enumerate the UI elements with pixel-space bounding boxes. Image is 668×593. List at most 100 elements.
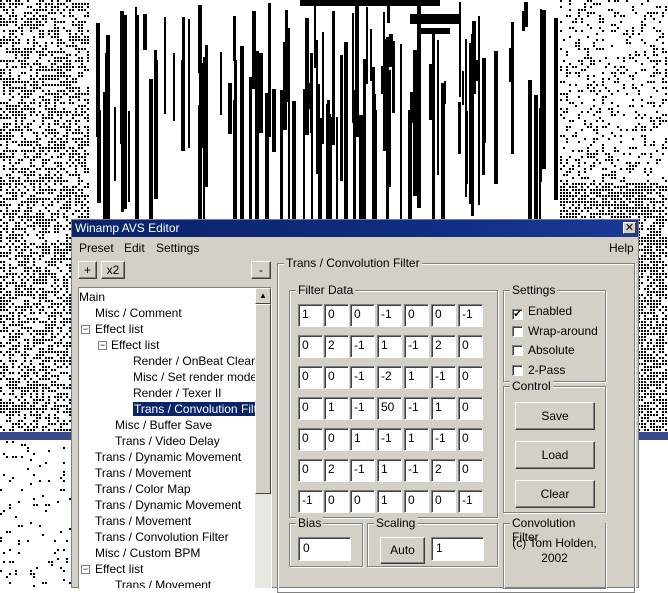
clear-button[interactable]: Clear (515, 480, 595, 508)
wraparound-checkbox[interactable]: Wrap-around (512, 324, 598, 338)
remove-effect-button[interactable]: - (251, 261, 271, 279)
filter-cell[interactable]: -1 (350, 335, 375, 358)
filter-cell[interactable]: 1 (377, 459, 402, 482)
filter-cell[interactable]: 0 (298, 459, 323, 482)
filter-cell[interactable]: 0 (404, 304, 429, 327)
filter-cell[interactable]: 0 (298, 428, 323, 451)
tree-item[interactable]: Trans / Movement (95, 514, 191, 528)
filter-cell[interactable]: 0 (458, 335, 483, 358)
filter-cell[interactable]: 1 (377, 335, 402, 358)
filter-cell[interactable]: -1 (298, 490, 323, 513)
menu-edit[interactable]: Edit (124, 241, 145, 255)
filter-cell[interactable]: 0 (431, 490, 456, 513)
filter-cell[interactable]: 0 (431, 304, 456, 327)
filter-cell[interactable]: -1 (458, 490, 483, 513)
filter-cell[interactable]: 0 (298, 335, 323, 358)
filter-cell[interactable]: -1 (350, 397, 375, 420)
close-button[interactable]: ✕ (623, 222, 636, 234)
bias-input[interactable]: 0 (298, 537, 351, 561)
menu-preset[interactable]: Preset (79, 241, 114, 255)
tree-item[interactable]: Trans / Movement (95, 466, 191, 480)
filter-cell[interactable]: -1 (431, 428, 456, 451)
tree-item[interactable]: Main (79, 290, 105, 304)
bias-label: Bias (296, 516, 324, 530)
checkmark-icon: ✔ (512, 309, 523, 320)
filter-cell[interactable]: -2 (377, 366, 402, 389)
settings-label: Settings (510, 283, 558, 297)
tree-item[interactable]: Trans / Color Map (95, 482, 191, 496)
tree-scrollbar[interactable]: ▲ (255, 288, 271, 588)
tree-item[interactable]: Misc / Comment (95, 306, 182, 320)
filter-cell[interactable]: 1 (431, 397, 456, 420)
filter-cell[interactable]: -1 (431, 366, 456, 389)
tree-item[interactable]: Trans / Dynamic Movement (95, 498, 241, 512)
filter-cell[interactable]: 0 (324, 428, 349, 451)
menu-settings[interactable]: Settings (156, 241, 199, 255)
filter-cell[interactable]: 0 (298, 366, 323, 389)
save-button[interactable]: Save (515, 402, 595, 430)
filter-data-label: Filter Data (296, 283, 356, 297)
filter-cell[interactable]: 0 (458, 366, 483, 389)
tree-item[interactable]: Effect list (95, 322, 143, 336)
tree-item[interactable]: Trans / Convolution Filter (132, 401, 270, 417)
filter-cell[interactable]: -1 (350, 459, 375, 482)
filter-cell[interactable]: 1 (377, 490, 402, 513)
filter-cell[interactable]: -1 (350, 366, 375, 389)
filter-cell[interactable]: -1 (404, 459, 429, 482)
tree-item[interactable]: Trans / Movement (115, 578, 211, 588)
filter-cell[interactable]: -1 (404, 397, 429, 420)
tree-item[interactable]: Misc / Custom BPM (95, 546, 200, 560)
tree-item[interactable]: Effect list (111, 338, 159, 352)
absolute-checkbox[interactable]: Absolute (512, 343, 575, 357)
collapse-icon[interactable]: − (81, 565, 90, 574)
scaling-input[interactable]: 1 (431, 537, 484, 561)
filter-cell[interactable]: 1 (404, 366, 429, 389)
scaling-label: Scaling (374, 516, 418, 530)
filter-cell[interactable]: 0 (458, 459, 483, 482)
filter-cell[interactable]: 1 (350, 428, 375, 451)
scroll-thumb[interactable] (255, 304, 271, 494)
tree-item[interactable]: Effect list (95, 562, 143, 576)
filter-cell[interactable]: 0 (404, 490, 429, 513)
window-titlebar[interactable]: Winamp AVS Editor ✕ (72, 220, 638, 237)
duplicate-x2-button[interactable]: x2 (101, 261, 125, 279)
load-button[interactable]: Load (515, 441, 595, 469)
filter-cell[interactable]: 0 (324, 366, 349, 389)
filter-cell[interactable]: 0 (350, 304, 375, 327)
filter-cell[interactable]: 2 (324, 459, 349, 482)
filter-cell[interactable]: 0 (350, 490, 375, 513)
enabled-checkbox[interactable]: ✔ Enabled (512, 304, 572, 320)
filter-cell[interactable]: 2 (431, 459, 456, 482)
filter-cell[interactable]: 1 (404, 428, 429, 451)
tree-item[interactable]: Render / Texer II (133, 386, 222, 400)
filter-cell[interactable]: 1 (298, 304, 323, 327)
filter-cell[interactable]: -1 (404, 335, 429, 358)
tree-item[interactable]: Misc / Buffer Save (115, 418, 212, 432)
effect-tree[interactable]: Main Misc / Comment − Effect list − Effect li… (78, 287, 272, 589)
filter-cell[interactable]: 0 (458, 397, 483, 420)
filter-cell[interactable]: -1 (458, 304, 483, 327)
collapse-icon[interactable]: − (81, 325, 90, 334)
tree-item[interactable]: Trans / Video Delay (115, 434, 220, 448)
two-pass-checkbox[interactable]: 2-Pass (512, 363, 565, 377)
filter-cell[interactable]: 50 (377, 397, 402, 420)
tree-item[interactable]: Trans / Dynamic Movement (95, 450, 241, 464)
filter-cell[interactable]: 1 (324, 397, 349, 420)
tree-item[interactable]: Misc / Set render mode (133, 370, 257, 384)
filter-cell[interactable]: 2 (431, 335, 456, 358)
tree-item[interactable]: Render / OnBeat Clear (133, 354, 255, 368)
filter-cell[interactable]: 0 (324, 304, 349, 327)
filter-cell[interactable]: -1 (377, 304, 402, 327)
filter-cell[interactable]: 2 (324, 335, 349, 358)
add-effect-button[interactable]: + (78, 261, 97, 279)
filter-cell[interactable]: 0 (324, 490, 349, 513)
auto-scaling-button[interactable]: Auto (380, 537, 425, 564)
filter-cell[interactable]: -1 (377, 428, 402, 451)
collapse-icon[interactable]: − (98, 341, 107, 350)
filter-cell[interactable]: 0 (298, 397, 323, 420)
scroll-up-icon[interactable]: ▲ (255, 288, 271, 304)
credits-text: (c) Tom Holden, 2002 (512, 536, 597, 565)
filter-cell[interactable]: 0 (458, 428, 483, 451)
tree-item[interactable]: Trans / Convolution Filter (95, 530, 229, 544)
menu-help[interactable]: Help (609, 241, 634, 255)
